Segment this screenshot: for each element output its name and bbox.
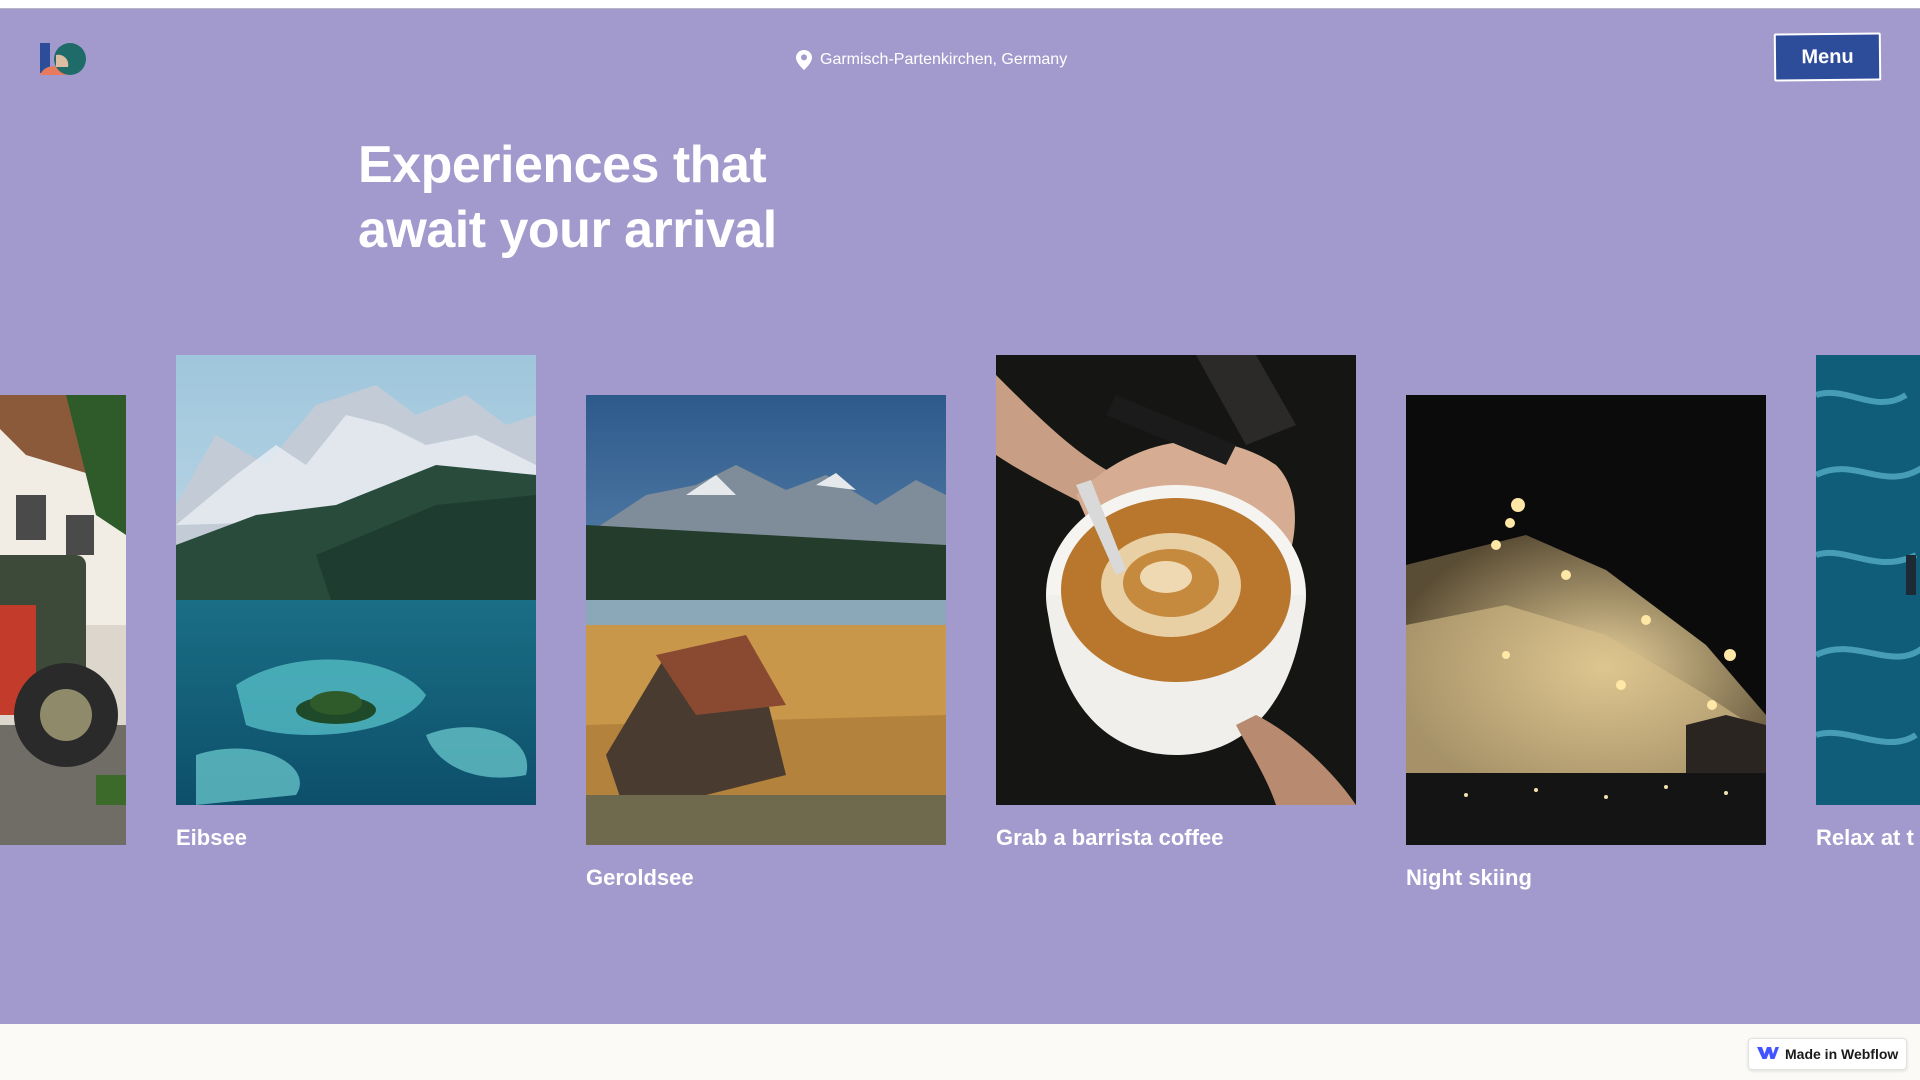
location-label: Garmisch-Partenkirchen, Germany <box>796 45 1067 75</box>
webflow-logo-icon <box>1757 1046 1779 1063</box>
experience-photo-night-skiing <box>1406 395 1766 845</box>
page-footer <box>0 1024 1920 1080</box>
experience-photo-geroldsee <box>586 395 946 845</box>
hero-section: Garmisch-Partenkirchen, Germany Menu Exp… <box>0 9 1920 1024</box>
map-pin-icon <box>796 50 812 70</box>
experience-title: Geroldsee <box>586 865 694 890</box>
experience-photo-eibsee <box>176 355 536 805</box>
experience-photo-coffee <box>996 355 1356 805</box>
menu-button[interactable]: Menu <box>1773 32 1882 82</box>
made-in-webflow-badge[interactable]: Made in Webflow <box>1748 1038 1907 1070</box>
experience-title: Relax at t <box>1816 825 1914 850</box>
experience-title: Eibsee <box>176 825 247 850</box>
experience-photo-tractor <box>0 395 126 845</box>
page-title: Experiences that await your arrival <box>358 133 878 263</box>
experience-photo-relax <box>1816 355 1920 805</box>
location-text: Garmisch-Partenkirchen, Germany <box>820 51 1068 68</box>
experience-title: Grab a barrista coffee <box>996 825 1224 850</box>
brand-logo[interactable] <box>38 39 92 83</box>
headline-line-2: await your arrival <box>358 201 777 259</box>
top-border <box>0 0 1920 9</box>
webflow-badge-label: Made in Webflow <box>1785 1046 1899 1062</box>
experience-title: Night skiing <box>1406 865 1532 890</box>
headline-line-1: Experiences that <box>358 136 767 194</box>
